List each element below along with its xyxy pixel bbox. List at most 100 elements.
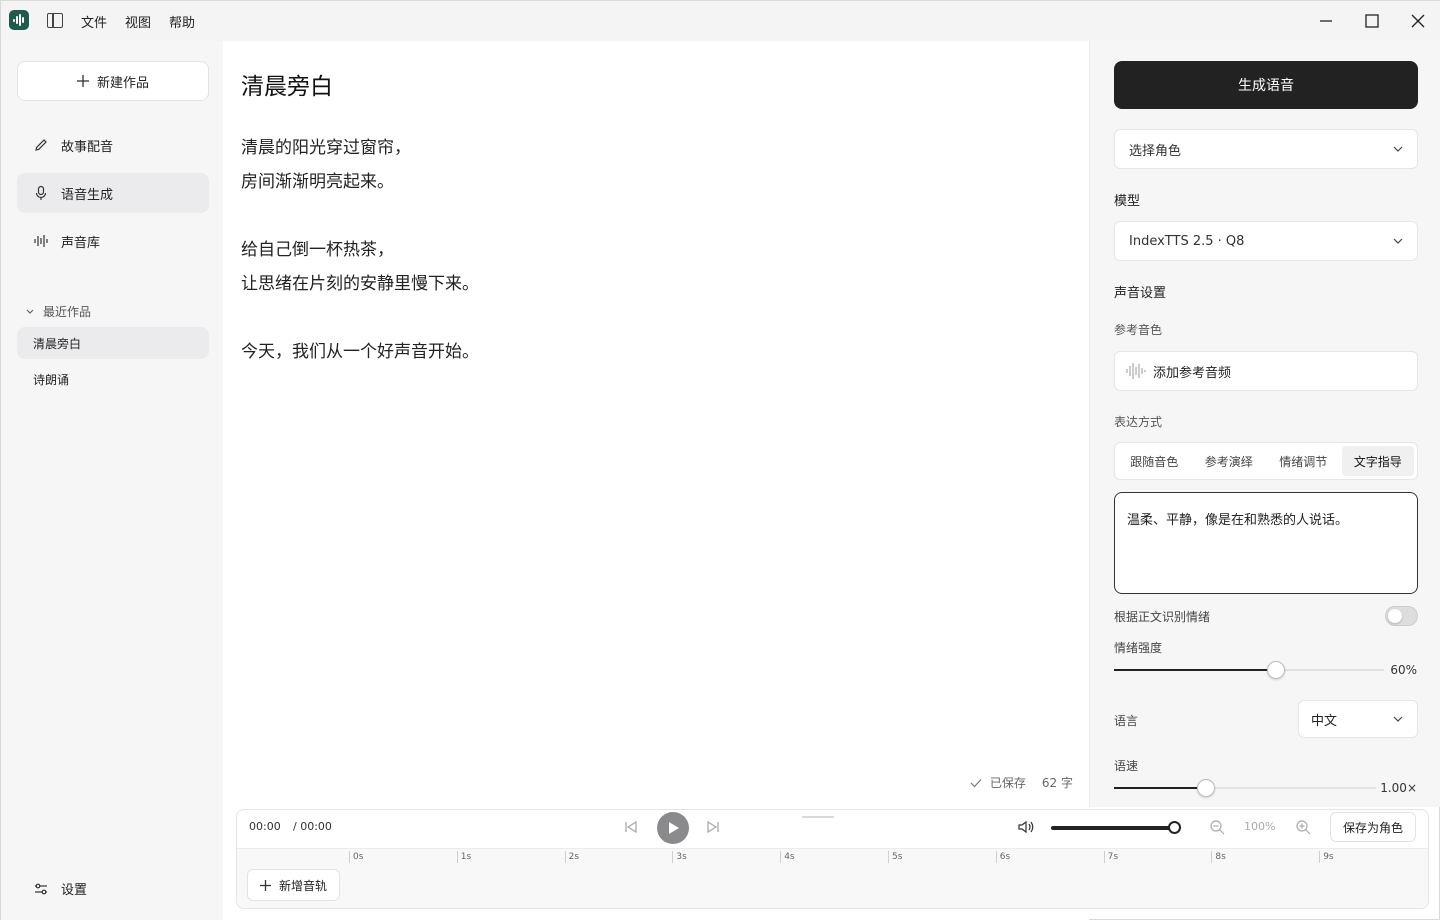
timeline-tick: 5s <box>888 851 902 863</box>
emotion-from-text-label: 根据正文识别情绪 <box>1114 610 1211 624</box>
new-work-button[interactable]: 新建作品 <box>17 61 209 101</box>
plus-icon <box>260 879 271 891</box>
paragraph: 给自己倒一杯热茶， 让思绪在片刻的安静里慢下来。 <box>241 233 479 301</box>
speed-slider-fill <box>1114 787 1206 789</box>
text-line: 给自己倒一杯热茶， <box>241 240 394 260</box>
settings-label: 设置 <box>61 883 88 898</box>
document-body[interactable]: 清晨的阳光穿过窗帘， 房间渐渐明亮起来。 给自己倒一杯热茶， 让思绪在片刻的安静里慢… <box>241 131 479 403</box>
guidance-textarea[interactable]: 温柔、平静，像是在和熟悉的人说话。 <box>1114 492 1418 594</box>
char-count: 62 字 <box>1041 776 1073 790</box>
nav-item-label: 故事配音 <box>61 139 114 155</box>
settings-panel: 生成语音 选择角色 模型 IndexTTS 2.5 · Q8 声音设置 参考音色… <box>1089 41 1440 807</box>
tab-follow-timbre[interactable]: 跟随音色 <box>1118 446 1191 476</box>
tab-emotion-adjust[interactable]: 情绪调节 <box>1267 446 1340 476</box>
emotion-from-text-toggle[interactable] <box>1385 606 1418 626</box>
timeline-tick: 3s <box>672 851 687 863</box>
settings-button[interactable]: 设置 <box>33 879 87 898</box>
editor: 清晨旁白 清晨的阳光穿过窗帘， 房间渐渐明亮起来。 给自己倒一杯热茶， 让思绪在片刻… <box>223 41 1089 920</box>
new-work-label: 新建作品 <box>96 75 149 91</box>
add-track-button[interactable]: 新增音轨 <box>247 869 341 901</box>
speed-label: 语速 <box>1114 759 1139 773</box>
ref-timbre-label: 参考音色 <box>1114 323 1163 337</box>
zoom-out-icon[interactable] <box>1209 819 1225 839</box>
chevron-down-icon <box>1393 716 1403 722</box>
speed-slider[interactable] <box>1114 779 1376 797</box>
language-select-value: 中文 <box>1311 713 1338 729</box>
paragraph: 清晨的阳光穿过窗帘， 房间渐渐明亮起来。 <box>241 131 479 199</box>
saved-label: 已保存 <box>989 776 1026 790</box>
nav-item-voice-library[interactable]: 声音库 <box>17 221 209 261</box>
title-bar: 文件 视图 帮助 <box>1 1 1440 41</box>
intensity-value: 60% <box>1390 663 1417 677</box>
add-ref-audio-label: 添加参考音频 <box>1153 365 1232 381</box>
model-title: 模型 <box>1114 194 1141 209</box>
menu-view[interactable]: 视图 <box>125 12 151 31</box>
text-line: 房间渐渐明亮起来。 <box>241 172 394 192</box>
nav-item-label: 声音库 <box>61 235 101 251</box>
menu-file[interactable]: 文件 <box>81 12 107 31</box>
timeline-tick: 9s <box>1319 851 1334 863</box>
text-line: 让思绪在片刻的安静里慢下来。 <box>241 274 479 294</box>
timeline-tick: 8s <box>1211 851 1226 863</box>
nav-item-voice-generation[interactable]: 语音生成 <box>17 173 209 213</box>
timeline-tick: 0s <box>349 851 363 863</box>
play-button[interactable] <box>657 812 689 844</box>
recent-works-header[interactable]: 最近作品 <box>25 303 91 320</box>
zoom-in-icon[interactable] <box>1295 819 1311 839</box>
nav-item-label: 语音生成 <box>61 187 114 203</box>
recent-works-title: 最近作品 <box>43 305 92 319</box>
pencil-icon <box>35 139 47 151</box>
waveform-icon <box>34 235 48 247</box>
timeline-tick: 7s <box>1103 851 1118 863</box>
microphone-icon <box>35 185 47 200</box>
volume-slider-handle[interactable] <box>1168 821 1181 834</box>
chevron-down-icon <box>1393 146 1403 152</box>
intensity-slider-fill <box>1114 669 1276 671</box>
tab-text-guidance[interactable]: 文字指导 <box>1341 446 1414 476</box>
speed-slider-handle[interactable] <box>1196 779 1215 797</box>
menu-bar: 文件 视图 帮助 <box>81 12 195 31</box>
model-select[interactable]: IndexTTS 2.5 · Q8 <box>1114 221 1418 261</box>
timeline[interactable]: 新增音轨 0s 1s 2s 3s 4s 5s 6s 7s 8s 9s <box>237 848 1428 908</box>
language-label: 语言 <box>1114 714 1139 728</box>
intensity-slider[interactable] <box>1114 661 1384 679</box>
audio-player: 00:00 / 00:00 100% 保存为角色 新增音轨 0s 1s 2s 3… <box>236 809 1429 909</box>
close-icon[interactable] <box>1395 1 1440 41</box>
volume-icon[interactable] <box>1017 819 1035 839</box>
intensity-slider-handle[interactable] <box>1267 661 1285 679</box>
minimize-icon[interactable] <box>1303 1 1349 41</box>
sidebar: 新建作品 故事配音 语音生成 声音库 最近作品 清晨旁白 诗朗诵 设置 <box>1 41 223 920</box>
menu-help[interactable]: 帮助 <box>169 12 195 31</box>
drag-handle[interactable] <box>802 816 834 818</box>
text-line: 清晨的阳光穿过窗帘， <box>241 138 411 158</box>
nav-item-story-dubbing[interactable]: 故事配音 <box>17 125 209 165</box>
zoom-level: 100% <box>1244 820 1276 833</box>
chevron-down-icon <box>1393 238 1403 244</box>
app-logo-icon <box>9 10 29 30</box>
maximize-icon[interactable] <box>1349 1 1395 41</box>
speed-value: 1.00× <box>1380 781 1417 795</box>
chevron-down-icon <box>26 309 34 314</box>
total-time: / 00:00 <box>293 820 332 833</box>
skip-back-icon[interactable] <box>623 819 639 839</box>
voice-settings-title: 声音设置 <box>1114 286 1167 301</box>
language-select[interactable]: 中文 <box>1298 700 1418 738</box>
check-icon <box>970 778 982 787</box>
sidebar-toggle-icon[interactable] <box>47 13 63 28</box>
sliders-icon <box>35 883 47 894</box>
intensity-label: 情绪强度 <box>1114 641 1163 655</box>
skip-forward-icon[interactable] <box>705 819 721 839</box>
tab-reference-performance[interactable]: 参考演绎 <box>1193 446 1266 476</box>
add-ref-audio-button[interactable]: 添加参考音频 <box>1114 351 1418 391</box>
save-as-role-button[interactable]: 保存为角色 <box>1329 812 1416 842</box>
expression-tabs: 跟随音色 参考演绎 情绪调节 文字指导 <box>1114 442 1418 480</box>
role-select[interactable]: 选择角色 <box>1114 129 1418 169</box>
volume-slider[interactable] <box>1051 826 1173 830</box>
text-line: 今天，我们从一个好声音开始。 <box>241 342 479 362</box>
generate-voice-button[interactable]: 生成语音 <box>1114 61 1418 109</box>
add-track-label: 新增音轨 <box>279 878 328 893</box>
document-title[interactable]: 清晨旁白 <box>241 67 333 101</box>
recent-item[interactable]: 清晨旁白 <box>17 327 209 359</box>
recent-item[interactable]: 诗朗诵 <box>17 363 209 395</box>
waveform-icon <box>1126 363 1146 379</box>
